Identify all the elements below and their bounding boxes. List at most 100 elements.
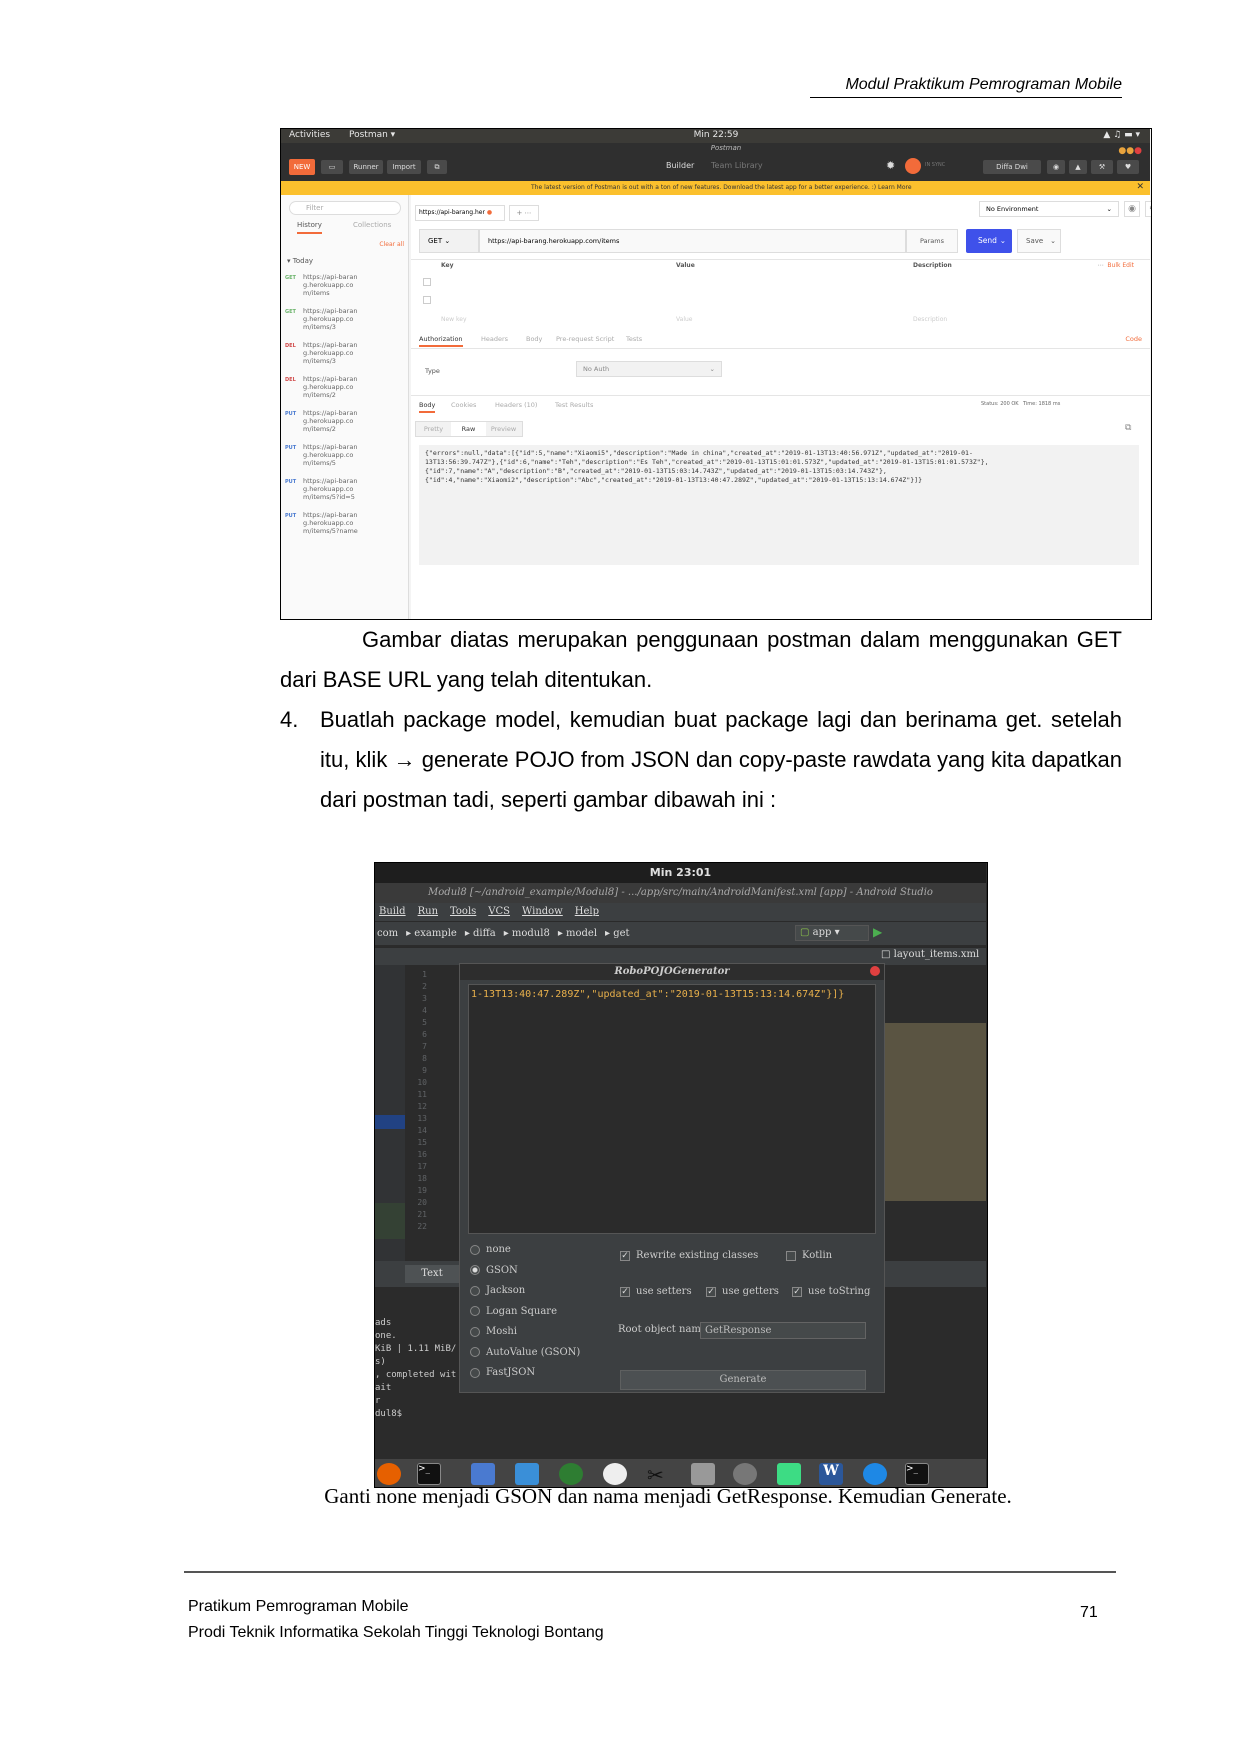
resp-tab-cookies[interactable]: Cookies: [451, 401, 476, 409]
params-button[interactable]: Params: [906, 229, 958, 253]
kotlin-checkbox[interactable]: Kotlin: [786, 1246, 832, 1266]
today-group[interactable]: ▾ Today: [287, 257, 313, 265]
framework-radio-logan-square[interactable]: Logan Square: [470, 1302, 620, 1323]
getters-checkbox[interactable]: ✓ use getters: [706, 1282, 779, 1302]
history-item[interactable]: PUT https://api-barang.herokuapp.com/item…: [281, 511, 407, 545]
row-checkbox[interactable]: [423, 296, 431, 304]
resp-tab-body[interactable]: Body: [419, 401, 436, 413]
interceptor-icon[interactable]: ◉: [1047, 160, 1065, 174]
window-controls[interactable]: ●●●: [1118, 146, 1142, 156]
terminal-icon[interactable]: >_: [417, 1463, 441, 1485]
root-object-input[interactable]: GetResponse: [700, 1322, 866, 1339]
resp-tab-test-results[interactable]: Test Results: [555, 401, 593, 409]
word-icon[interactable]: W: [819, 1463, 843, 1485]
close-icon[interactable]: [870, 966, 880, 976]
framework-radio-none[interactable]: none: [470, 1240, 620, 1261]
send-button[interactable]: Send ⌄: [966, 229, 1012, 253]
framework-radio-moshi[interactable]: Moshi: [470, 1322, 620, 1343]
history-item[interactable]: DEL https://api-barang.herokuapp.com/item…: [281, 375, 407, 409]
framework-radio-fastjson[interactable]: FastJSON: [470, 1363, 620, 1384]
menu-help[interactable]: Help: [575, 906, 599, 917]
menu-vcs[interactable]: VCS: [488, 906, 510, 917]
menu-build[interactable]: Build: [379, 906, 406, 917]
history-item[interactable]: GET https://api-barang.herokuapp.com/item…: [281, 273, 407, 307]
tab-layout-items[interactable]: □ layout_items.xml: [881, 949, 979, 960]
scissors-icon[interactable]: ✂: [647, 1463, 671, 1487]
method-select[interactable]: GET ⌄: [419, 229, 479, 253]
add-tab-button[interactable]: + ⋯: [509, 205, 539, 221]
history-item[interactable]: PUT https://api-barang.herokuapp.com/item…: [281, 477, 407, 511]
builder-tab[interactable]: Builder: [666, 161, 694, 170]
settings-icon[interactable]: ⚙: [1145, 201, 1151, 217]
value-input[interactable]: Value: [676, 316, 692, 323]
history-item[interactable]: GET https://api-barang.herokuapp.com/item…: [281, 307, 407, 341]
req-tab-body[interactable]: Body: [526, 335, 542, 343]
clear-all-link[interactable]: Clear all: [379, 241, 404, 248]
new-window-icon[interactable]: ⧉: [427, 160, 447, 174]
generate-button[interactable]: Generate: [620, 1370, 866, 1390]
files-icon[interactable]: [471, 1463, 495, 1485]
new-button[interactable]: NEW: [289, 159, 315, 175]
request-tab[interactable]: https://api-barang.her ●: [415, 205, 505, 221]
req-tab-pre-request-script[interactable]: Pre-request Script: [556, 335, 614, 343]
import-button[interactable]: Import: [387, 160, 421, 174]
req-tab-headers[interactable]: Headers: [481, 335, 508, 343]
framework-radio-gson[interactable]: GSON: [470, 1261, 620, 1282]
run-icon[interactable]: ▶: [873, 925, 882, 939]
team-library-tab[interactable]: Team Library: [711, 161, 763, 170]
req-tab-authorization[interactable]: Authorization: [419, 335, 463, 347]
close-icon[interactable]: ✕: [1136, 182, 1144, 192]
text-tab[interactable]: Text: [405, 1265, 459, 1283]
resp-tab-headers-[interactable]: Headers (10): [495, 401, 537, 409]
save-button[interactable]: Save ⌄: [1017, 229, 1061, 253]
history-item[interactable]: PUT https://api-barang.herokuapp.com/item…: [281, 443, 407, 477]
description-input[interactable]: Description: [913, 316, 947, 323]
breadcrumb-model[interactable]: ▸ model: [558, 928, 597, 939]
breadcrumb-get[interactable]: ▸ get: [605, 928, 630, 939]
globe-icon[interactable]: [559, 1463, 583, 1485]
environment-select[interactable]: No Environment ⌄: [979, 201, 1119, 217]
clock-icon[interactable]: [603, 1463, 627, 1485]
framework-radio-jackson[interactable]: Jackson: [470, 1281, 620, 1302]
bell-icon[interactable]: ▲: [1069, 160, 1087, 174]
req-tab-tests[interactable]: Tests: [626, 335, 642, 343]
banner-text[interactable]: The latest version of Postman is out wit…: [531, 184, 912, 191]
satellite-icon[interactable]: ✹: [886, 159, 895, 172]
breadcrumb-com[interactable]: com: [377, 928, 398, 939]
view-tab-raw[interactable]: Raw: [451, 422, 486, 436]
system-tray-icon[interactable]: ▲ ♫ ▬ ▾: [1103, 130, 1140, 140]
url-input[interactable]: https://api-barang.herokuapp.com/items: [479, 229, 906, 253]
new-key-input[interactable]: New key: [441, 316, 467, 323]
run-config-select[interactable]: ▢ app ▾: [795, 925, 869, 941]
eye-icon[interactable]: ◉: [1124, 201, 1140, 217]
setters-checkbox[interactable]: ✓ use setters: [620, 1282, 692, 1302]
row-checkbox[interactable]: [423, 278, 431, 286]
settings-icon[interactable]: [733, 1463, 757, 1485]
heart-icon[interactable]: ♥: [1117, 160, 1139, 174]
collections-tab[interactable]: Collections: [353, 221, 391, 229]
trash-icon[interactable]: [691, 1463, 715, 1485]
breadcrumb-example[interactable]: ▸ example: [406, 928, 457, 939]
terminal-icon[interactable]: >_: [905, 1463, 929, 1485]
user-menu[interactable]: Diffa Dwi: [983, 160, 1041, 174]
tostring-checkbox[interactable]: ✓ use toString: [792, 1282, 870, 1302]
history-tab[interactable]: History: [297, 221, 322, 234]
history-item[interactable]: PUT https://api-barang.herokuapp.com/item…: [281, 409, 407, 443]
json-input-area[interactable]: 1-13T13:40:47.289Z","updated_at":"2019-0…: [468, 984, 876, 1234]
wrench-icon[interactable]: ⚒: [1091, 160, 1113, 174]
activities-label[interactable]: Activities: [289, 130, 330, 140]
app-menu[interactable]: Postman ▾: [349, 130, 395, 140]
copy-icon[interactable]: ⧉: [1125, 423, 1131, 433]
menu-tools[interactable]: Tools: [450, 906, 476, 917]
breadcrumb-modul8[interactable]: ▸ modul8: [504, 928, 550, 939]
menu-window[interactable]: Window: [522, 906, 563, 917]
sync-icon[interactable]: [863, 1463, 887, 1485]
runner-button[interactable]: Runner: [349, 160, 383, 174]
view-tab-preview[interactable]: Preview: [486, 422, 521, 436]
sidebar-toggle-icon[interactable]: ▭: [321, 160, 343, 174]
filter-input[interactable]: Filter: [289, 201, 401, 215]
view-tab-pretty[interactable]: Pretty: [416, 422, 451, 436]
desktop-icon[interactable]: [515, 1463, 539, 1485]
bulk-edit-link[interactable]: ⋯ Bulk Edit: [1098, 262, 1134, 269]
android-studio-icon[interactable]: [777, 1463, 801, 1485]
